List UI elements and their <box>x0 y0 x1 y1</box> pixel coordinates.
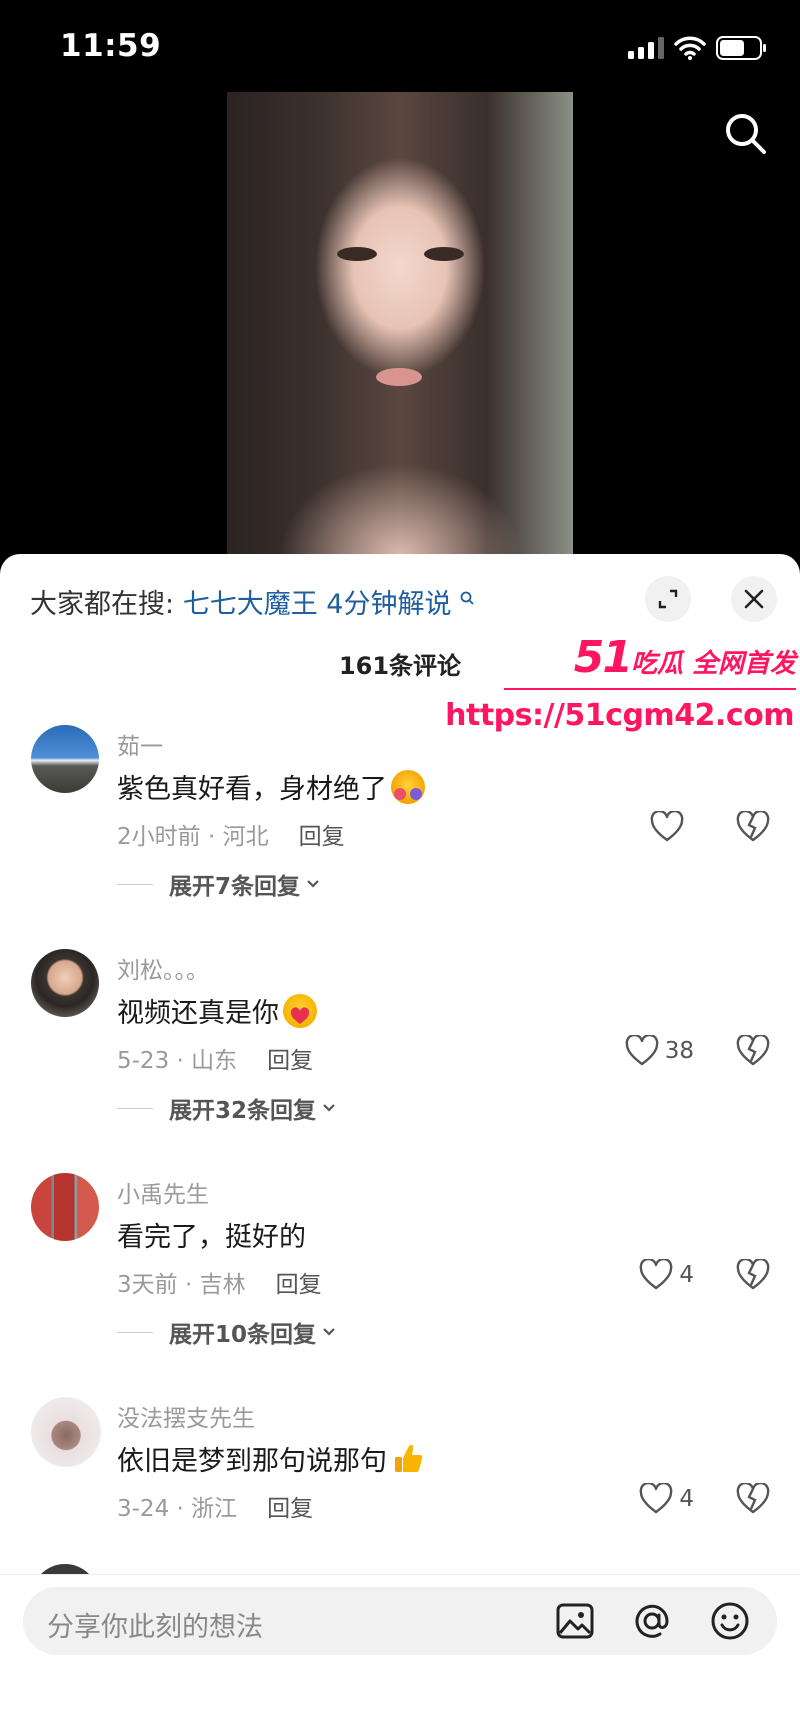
heart-icon <box>625 1035 659 1066</box>
like-count: 4 <box>679 1486 694 1512</box>
watermark-divider <box>504 688 796 690</box>
expand-replies[interactable]: 展开10条回复 <box>117 1315 338 1349</box>
dislike-button[interactable] <box>736 1033 770 1071</box>
chevron-down-icon <box>323 1328 335 1336</box>
expand-replies-label: 展开7条回复 <box>169 874 301 900</box>
comment-text-content: 依旧是梦到那句说那句 <box>117 1446 387 1477</box>
chevron-down-icon <box>307 880 319 888</box>
comment-time-location: 5-23 · 山东 <box>117 1048 238 1074</box>
comment-text: 依旧是梦到那句说那句 <box>117 1439 425 1478</box>
dislike-button[interactable] <box>736 1481 770 1519</box>
video-preview[interactable] <box>227 92 573 554</box>
close-icon <box>744 589 764 609</box>
avatar[interactable] <box>31 949 99 1017</box>
watermark-overlay: 51吃瓜 全网首发 https://51cgm42.com <box>445 632 800 733</box>
comment-text-content: 紫色真好看，身材绝了 <box>117 774 387 805</box>
avatar[interactable] <box>31 1397 101 1467</box>
divider <box>117 883 153 885</box>
heart-icon <box>639 1483 673 1514</box>
thumbs-up-emoji-icon <box>391 1442 425 1476</box>
comment-author[interactable]: 茹一 <box>117 727 163 761</box>
heart-face-emoji-icon <box>283 994 317 1028</box>
comment-meta: 5-23 · 山东 回复 <box>117 1041 313 1075</box>
comment-text: 看完了，挺好的 <box>117 1215 306 1254</box>
avatar[interactable] <box>31 1173 99 1241</box>
search-suggestion-prefix: 大家都在搜: <box>30 589 175 620</box>
comment-meta: 3天前 · 吉林 回复 <box>117 1265 322 1299</box>
video-detail <box>424 247 464 261</box>
reply-button[interactable]: 回复 <box>267 1048 313 1074</box>
like-button[interactable]: 4 <box>639 1483 694 1515</box>
mention-icon[interactable] <box>632 1601 672 1641</box>
comment-meta: 2小时前 · 河北 回复 <box>117 817 345 851</box>
watermark-brand-number: 51 <box>573 632 633 683</box>
search-small-icon <box>460 591 474 605</box>
comment-input-placeholder: 分享你此刻的想法 <box>47 1612 263 1643</box>
signal-icon <box>628 37 664 59</box>
comment-text-content: 看完了，挺好的 <box>117 1222 306 1253</box>
watermark-brand: 51吃瓜 全网首发 <box>574 632 796 683</box>
comment-author[interactable]: 刘松。。。 <box>117 951 209 985</box>
divider <box>117 1331 153 1333</box>
dislike-button[interactable] <box>736 809 770 847</box>
video-detail <box>376 368 422 386</box>
video-detail <box>337 247 377 261</box>
emoji-icon[interactable] <box>710 1601 750 1641</box>
expand-replies[interactable]: 展开32条回复 <box>117 1091 338 1125</box>
broken-heart-icon <box>736 1033 770 1066</box>
expand-replies-label: 展开10条回复 <box>169 1322 317 1348</box>
status-icons <box>628 34 768 62</box>
image-icon[interactable] <box>555 1601 595 1641</box>
comment-text-content: 视频还真是你 <box>117 998 279 1029</box>
comment-author[interactable]: 小禹先生 <box>117 1175 209 1209</box>
like-count: 4 <box>679 1262 694 1288</box>
comment-time-location: 3天前 · 吉林 <box>117 1272 246 1298</box>
divider <box>117 1107 153 1109</box>
avatar[interactable] <box>31 725 99 793</box>
battery-icon <box>716 36 766 60</box>
like-count: 38 <box>664 1038 694 1064</box>
dislike-button[interactable] <box>736 1257 770 1295</box>
comment-input[interactable]: 分享你此刻的想法 <box>23 1587 777 1655</box>
broken-heart-icon <box>736 809 770 842</box>
like-button[interactable]: 4 <box>639 1259 694 1291</box>
heart-icon <box>639 1259 673 1290</box>
status-bar: 11:59 <box>0 0 800 92</box>
comment-time-location: 2小时前 · 河北 <box>117 824 269 850</box>
heart-icon <box>650 811 684 842</box>
close-button[interactable] <box>731 576 777 622</box>
watermark-brand-text: 吃瓜 全网首发 <box>630 649 796 679</box>
comment-text: 视频还真是你 <box>117 991 317 1030</box>
chevron-down-icon <box>323 1104 335 1112</box>
like-button[interactable] <box>650 811 690 843</box>
comment-text: 紫色真好看，身材绝了 <box>117 767 425 806</box>
expand-sheet-button[interactable] <box>645 576 691 622</box>
reply-button[interactable]: 回复 <box>267 1496 313 1522</box>
status-time: 11:59 <box>60 28 162 64</box>
expand-replies-label: 展开32条回复 <box>169 1098 317 1124</box>
wifi-icon <box>674 36 706 60</box>
reply-button[interactable]: 回复 <box>299 824 345 850</box>
reply-button[interactable]: 回复 <box>276 1272 322 1298</box>
hug-emoji-icon <box>391 770 425 804</box>
search-suggestion-query[interactable]: 七七大魔王 4分钟解说 <box>183 589 452 620</box>
search-suggestion[interactable]: 大家都在搜: 七七大魔王 4分钟解说 <box>30 582 474 621</box>
broken-heart-icon <box>736 1257 770 1290</box>
comment-author[interactable]: 没法摆支先生 <box>117 1399 255 1433</box>
comment-time-location: 3-24 · 浙江 <box>117 1496 238 1522</box>
broken-heart-icon <box>736 1481 770 1514</box>
search-icon[interactable] <box>722 110 770 158</box>
like-button[interactable]: 38 <box>625 1035 694 1067</box>
watermark-url: https://51cgm42.com <box>445 698 794 733</box>
comment-meta: 3-24 · 浙江 回复 <box>117 1489 313 1523</box>
comment-input-bar: 分享你此刻的想法 <box>0 1574 800 1732</box>
comments-sheet: 大家都在搜: 七七大魔王 4分钟解说 161条评论 51吃瓜 全网首发 http… <box>0 554 800 1731</box>
expand-replies[interactable]: 展开7条回复 <box>117 867 322 901</box>
expand-icon <box>658 589 678 609</box>
